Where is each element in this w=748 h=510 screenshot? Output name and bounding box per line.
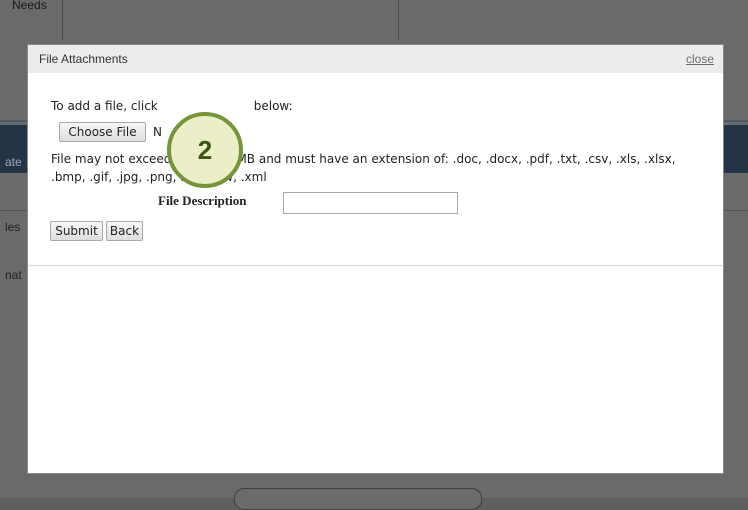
instruction-suffix: below: — [253, 99, 293, 113]
bg-fragment: les — [5, 220, 21, 234]
needs-label: Needs — [12, 0, 47, 12]
back-button[interactable]: Back — [106, 221, 143, 241]
dialog-body: To add a file, click below: Choose File N… — [28, 73, 723, 266]
dialog-title: File Attachments — [39, 52, 128, 66]
needs-cell: Needs — [0, 0, 63, 40]
instruction-text: To add a file, click below: — [51, 99, 293, 113]
dialog-empty-area — [28, 266, 723, 473]
step-callout-badge: 2 — [167, 112, 243, 188]
file-limit-text: File may not exceed a size of 5MB and mu… — [51, 152, 676, 184]
file-attachments-dialog: File Attachments close To add a file, cl… — [28, 45, 723, 473]
no-file-chosen-text: N — [153, 125, 162, 139]
instruction-prefix: To add a file, click — [51, 99, 158, 113]
choose-file-button[interactable]: Choose File — [59, 122, 146, 142]
background-button — [234, 488, 482, 510]
dialog-header: File Attachments close — [28, 45, 723, 73]
close-link[interactable]: close — [686, 52, 714, 66]
bg-fragment: nat — [5, 268, 22, 282]
submit-button[interactable]: Submit — [50, 221, 103, 241]
file-description-input[interactable] — [283, 192, 458, 214]
bg-fragment: ate — [5, 155, 22, 169]
file-description-label: File Description — [158, 193, 247, 208]
column-divider — [398, 0, 399, 40]
